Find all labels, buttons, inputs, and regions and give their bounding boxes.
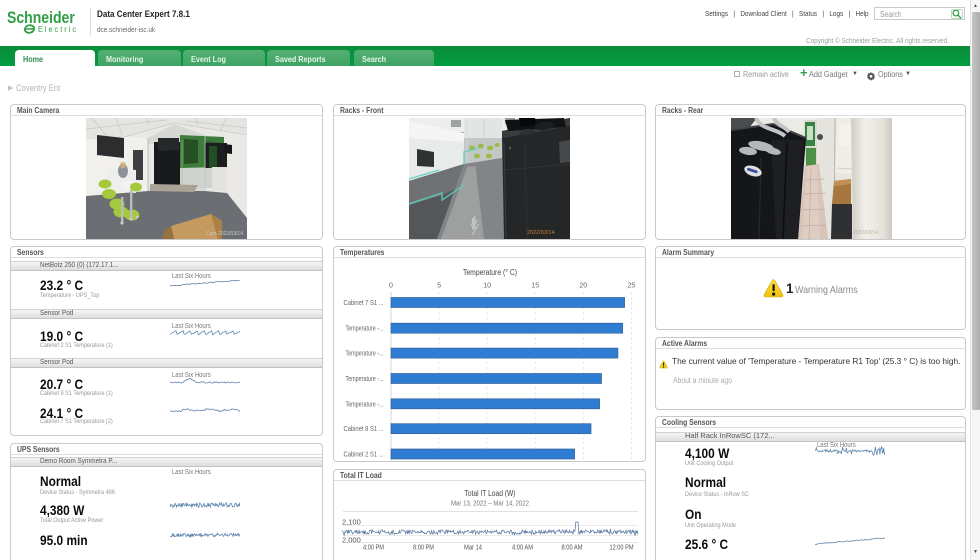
- svg-text:10: 10: [483, 283, 491, 290]
- svg-text:Cabinet 2 S1 ...: Cabinet 2 S1 ...: [344, 452, 384, 459]
- svg-text:8:00 PM: 8:00 PM: [413, 545, 434, 552]
- svg-text:20: 20: [579, 283, 587, 290]
- svg-text:2,100: 2,100: [342, 518, 361, 527]
- svg-text:8:00 AM: 8:00 AM: [562, 545, 583, 552]
- svg-text:Temperature -...: Temperature -...: [346, 401, 384, 408]
- svg-text:15: 15: [531, 283, 539, 290]
- svg-text:Temperature (° C): Temperature (° C): [463, 268, 517, 277]
- svg-text:0: 0: [389, 283, 393, 290]
- svg-text:5: 5: [437, 283, 441, 290]
- svg-text:Temperature -...: Temperature -...: [346, 376, 384, 383]
- svg-text:Mar 14: Mar 14: [464, 545, 482, 552]
- svg-text:Total IT Load (W): Total IT Load (W): [465, 489, 516, 498]
- svg-text:Mar 13, 2022 – Mar 14, 2022: Mar 13, 2022 – Mar 14, 2022: [451, 501, 529, 508]
- svg-text:Cam 2022/03/14: Cam 2022/03/14: [206, 231, 243, 237]
- svg-text:4:00 PM: 4:00 PM: [363, 545, 384, 552]
- svg-text:Temperature -...: Temperature -...: [346, 326, 384, 333]
- svg-text:12:00 PM: 12:00 PM: [610, 545, 634, 552]
- svg-text:2,000: 2,000: [342, 536, 361, 545]
- svg-text:4:00 AM: 4:00 AM: [512, 545, 533, 552]
- svg-text:Cabinet 8 S1 ...: Cabinet 8 S1 ...: [344, 426, 384, 433]
- svg-text:Cabinet 7 S1 ...: Cabinet 7 S1 ...: [344, 300, 384, 307]
- svg-text:25: 25: [628, 283, 636, 290]
- svg-text:Temperature -...: Temperature -...: [346, 351, 384, 358]
- svg-text:2022/03/14: 2022/03/14: [853, 230, 878, 236]
- svg-text:2022/03/14: 2022/03/14: [527, 230, 555, 236]
